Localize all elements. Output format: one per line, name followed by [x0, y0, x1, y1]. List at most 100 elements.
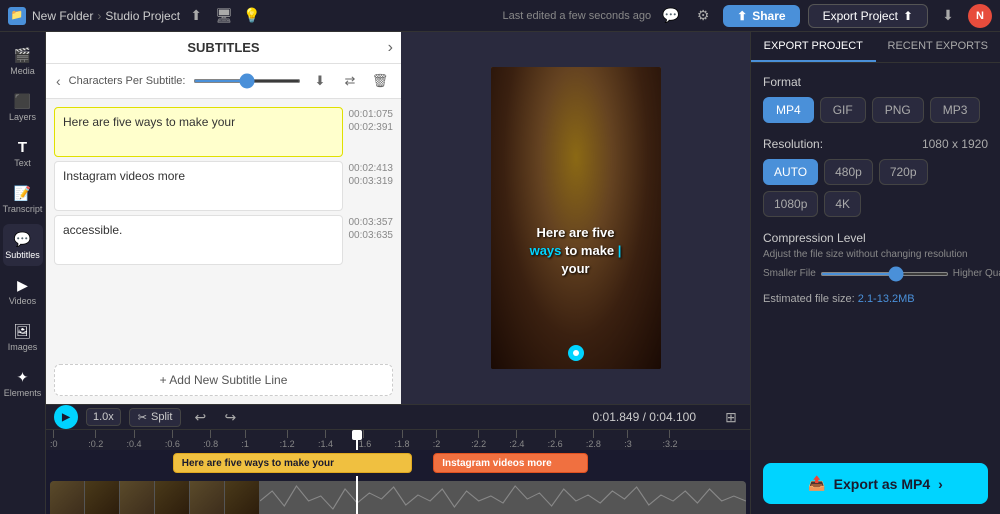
- timeline-ruler: :0 :0.2 :0.4 :0.6 :0.8 :1 :1.2 :1.4 :1.6…: [46, 430, 750, 450]
- ruler-playhead: [356, 430, 358, 450]
- export-bottom-button[interactable]: 📤 Export as MP4 ›: [763, 463, 988, 504]
- topbar-left: 📁 New Folder › Studio Project ⬆ 🖥 💡: [8, 6, 495, 26]
- tab-recent-exports[interactable]: RECENT EXPORTS: [876, 32, 1000, 62]
- sidebar-label-videos: Videos: [9, 296, 36, 306]
- clip-2-label: Instagram videos more: [442, 458, 551, 469]
- sidebar-item-videos[interactable]: ▶ Videos: [3, 270, 43, 312]
- chars-label: Characters Per Subtitle:: [69, 75, 186, 87]
- res-4k[interactable]: 4K: [824, 191, 861, 217]
- compression-slider[interactable]: [820, 272, 949, 276]
- breadcrumb: New Folder › Studio Project: [32, 9, 180, 23]
- file-size-row: Estimated file size: 2.1-13.2MB: [763, 293, 988, 305]
- sidebar-item-transcript[interactable]: 📝 Transcript: [3, 178, 43, 220]
- video-area: Here are five ways to make | your: [401, 32, 750, 404]
- delete-icon[interactable]: 🗑: [369, 70, 391, 92]
- subtitle-end-3: 00:03:635: [349, 230, 394, 241]
- resolution-row: Resolution: 1080 x 1920: [763, 137, 988, 151]
- waveform-svg: [260, 481, 746, 514]
- transcript-icon: 📝: [14, 184, 32, 202]
- subtitle-start-2: 00:02:413: [349, 163, 394, 174]
- video-thumb-2: [85, 481, 120, 514]
- layout-icon[interactable]: ⊞: [720, 406, 742, 428]
- subtitle-text-2: Instagram videos more: [63, 168, 334, 185]
- video-track[interactable]: [50, 481, 746, 514]
- overlay-line1: Here are five: [536, 225, 614, 240]
- sidebar-item-elements[interactable]: ✦ Elements: [3, 362, 43, 404]
- redo-icon[interactable]: ↪: [219, 406, 241, 428]
- images-icon: 🖼: [14, 322, 32, 340]
- translate-icon[interactable]: ⇄: [339, 70, 361, 92]
- format-label: Format: [763, 75, 988, 89]
- upload-icon[interactable]: ⬆: [186, 6, 206, 26]
- format-mp4[interactable]: MP4: [763, 97, 814, 123]
- right-content: Format MP4 GIF PNG MP3 Resolution: 1080 …: [751, 63, 1000, 453]
- subtitles-icon: 💬: [14, 230, 32, 248]
- breadcrumb-separator: ›: [97, 9, 101, 23]
- sidebar-item-layers[interactable]: ⬛ Layers: [3, 86, 43, 128]
- videos-icon: ▶: [14, 276, 32, 294]
- sidebar-item-media[interactable]: 🎬 Media: [3, 40, 43, 82]
- download-icon[interactable]: ⬇: [936, 4, 960, 28]
- clip-2[interactable]: Instagram videos more: [433, 453, 588, 473]
- add-subtitle-button[interactable]: + Add New Subtitle Line: [54, 364, 393, 396]
- res-720p[interactable]: 720p: [879, 159, 928, 185]
- media-icon: 🎬: [14, 46, 32, 64]
- sidebar-label-elements: Elements: [4, 388, 42, 398]
- desktop-icon[interactable]: 🖥: [214, 6, 234, 26]
- ruler-mark-22: :2.2: [471, 430, 486, 449]
- center-area: SUBTITLES › ‹ Characters Per Subtitle: ⬇…: [46, 32, 750, 514]
- sidebar-item-subtitles[interactable]: 💬 Subtitles: [3, 224, 43, 266]
- format-gif[interactable]: GIF: [820, 97, 866, 123]
- play-button[interactable]: ▶: [54, 405, 78, 429]
- sidebar-item-images[interactable]: 🖼 Images: [3, 316, 43, 358]
- compression-slider-row: Smaller File Higher Quality: [763, 268, 988, 279]
- sidebar-label-media: Media: [10, 66, 35, 76]
- back-btn[interactable]: ‹: [56, 73, 61, 89]
- subtitle-times-1: 00:01:075 00:02:391: [349, 107, 394, 157]
- subtitle-content-2[interactable]: Instagram videos more: [54, 161, 343, 211]
- speed-badge[interactable]: 1.0x: [86, 408, 121, 426]
- format-png[interactable]: PNG: [872, 97, 924, 123]
- clip-1[interactable]: Here are five ways to make your: [173, 453, 412, 473]
- res-480p[interactable]: 480p: [824, 159, 873, 185]
- higher-label: Higher Quality: [953, 268, 1000, 279]
- settings-icon[interactable]: ⚙: [691, 4, 715, 28]
- tab-export-project[interactable]: EXPORT PROJECT: [751, 32, 876, 62]
- undo-icon[interactable]: ↩: [189, 406, 211, 428]
- bulb-icon[interactable]: 💡: [242, 6, 262, 26]
- download-subtitle-icon[interactable]: ⬇: [309, 70, 331, 92]
- chars-slider[interactable]: [193, 79, 301, 83]
- clip-1-label: Here are five ways to make your: [182, 458, 334, 469]
- compression-section: Compression Level Adjust the file size w…: [763, 231, 988, 279]
- subtitle-item-2: Instagram videos more 00:02:413 00:03:31…: [54, 161, 393, 211]
- subtitles-close-icon[interactable]: ›: [388, 39, 393, 57]
- subtitle-content-3[interactable]: accessible.: [54, 215, 343, 265]
- ruler-mark-14: :1.4: [318, 430, 333, 449]
- video-background: [491, 67, 661, 369]
- ruler-marks: :0 :0.2 :0.4 :0.6 :0.8 :1 :1.2 :1.4 :1.6…: [50, 430, 746, 450]
- breadcrumb-project[interactable]: Studio Project: [105, 9, 180, 23]
- res-auto[interactable]: AUTO: [763, 159, 818, 185]
- subtitles-title: SUBTITLES: [187, 40, 259, 55]
- chat-icon[interactable]: 💬: [659, 4, 683, 28]
- export-top-icon: ⬆: [903, 9, 913, 23]
- overlay-text: Here are five ways to make | your: [496, 224, 656, 279]
- elements-icon: ✦: [14, 368, 32, 386]
- ruler-mark-24: :2.4: [509, 430, 524, 449]
- split-button[interactable]: ✂ Split: [129, 408, 182, 427]
- smaller-label: Smaller File: [763, 268, 816, 279]
- topbar-icons: ⬆ 🖥 💡: [186, 6, 262, 26]
- sidebar-item-text[interactable]: T Text: [3, 132, 43, 174]
- res-1080p[interactable]: 1080p: [763, 191, 818, 217]
- share-button[interactable]: ⬆ Share: [723, 5, 799, 27]
- video-waveform: [260, 481, 746, 514]
- overlay-line2-after: to make: [561, 243, 617, 258]
- video-track-inner: [50, 481, 746, 514]
- format-mp3[interactable]: MP3: [930, 97, 981, 123]
- breadcrumb-folder[interactable]: New Folder: [32, 9, 93, 23]
- subtitle-end-2: 00:03:319: [349, 176, 394, 187]
- ruler-playhead-marker: [352, 430, 362, 440]
- export-top-button[interactable]: Export Project ⬆: [808, 4, 928, 28]
- subtitle-content-1[interactable]: Here are five ways to make your: [54, 107, 343, 157]
- subtitle-start-1: 00:01:075: [349, 109, 394, 120]
